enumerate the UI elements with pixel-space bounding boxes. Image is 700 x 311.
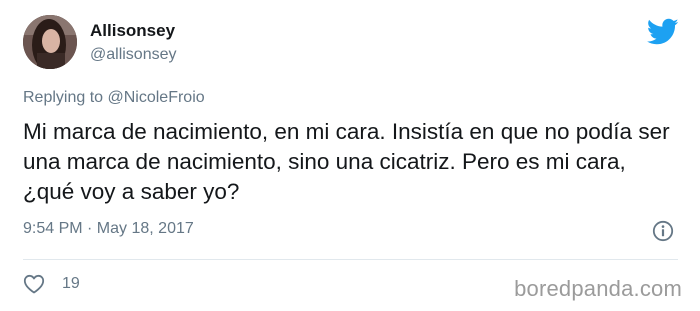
tweet-timestamp[interactable]: 9:54 PM · May 18, 2017 [23, 220, 194, 238]
display-name[interactable]: Allisonsey [90, 21, 175, 41]
boredpanda-watermark: boredpanda.com [514, 276, 682, 301]
reply-mention-link[interactable]: @NicoleFroio [108, 89, 205, 106]
like-count: 19 [62, 275, 80, 292]
avatar-photo-icon [23, 15, 77, 69]
avatar[interactable] [23, 15, 77, 69]
replying-to-label: Replying to [23, 89, 104, 106]
info-icon[interactable] [652, 220, 674, 242]
twitter-bird-icon[interactable] [647, 18, 679, 46]
like-button[interactable]: 19 [22, 270, 80, 298]
heart-icon [23, 274, 45, 294]
tweet-text: Mi marca de nacimiento, en mi cara. Insi… [23, 119, 670, 204]
replying-to: Replying to @NicoleFroio [23, 89, 205, 107]
divider [23, 259, 678, 260]
user-handle[interactable]: @allisonsey [90, 46, 177, 64]
tweet-card: Allisonsey @allisonsey Replying to @Nico… [0, 0, 700, 311]
